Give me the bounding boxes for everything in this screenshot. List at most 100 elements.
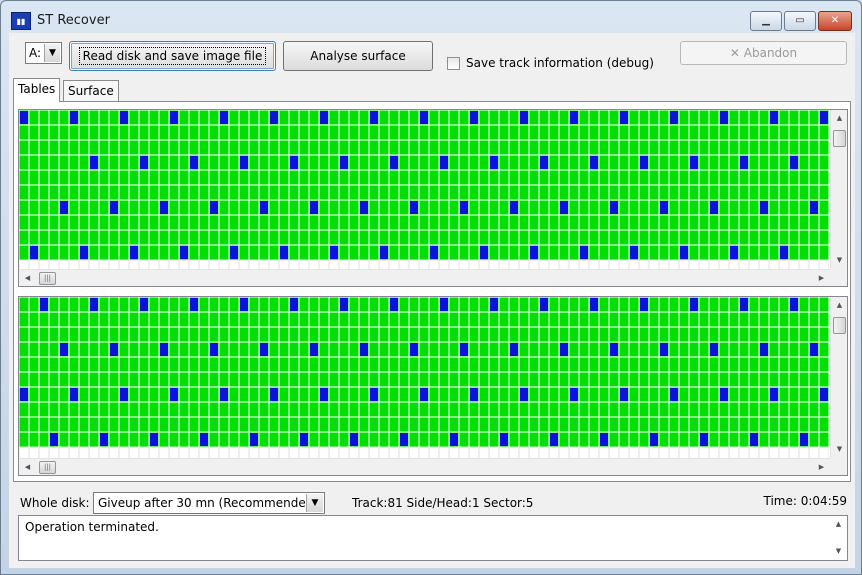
sector-cell (348, 341, 360, 358)
sector-marker (160, 201, 168, 214)
sector-cell (388, 311, 400, 328)
sector-cell (298, 229, 310, 246)
sector-cell (728, 416, 740, 433)
sector-cell (38, 259, 50, 269)
sector-cell (218, 431, 230, 448)
sector-cell (468, 184, 480, 201)
scroll-down-icon[interactable]: ▼ (831, 441, 847, 458)
giveup-mode-select[interactable]: Giveup after 30 mn (Recommended) ▼ (93, 492, 325, 514)
sector-cell (718, 311, 730, 328)
sector-cell (68, 416, 80, 433)
scroll-left-icon[interactable]: ◀ (19, 459, 36, 475)
scroll-left-icon[interactable]: ◀ (19, 270, 36, 286)
scroll-up-icon[interactable]: ▲ (830, 516, 847, 533)
sector-cell (388, 326, 400, 343)
log-vertical-scrollbar[interactable]: ▲ ▼ (830, 516, 847, 560)
sector-cell (228, 416, 240, 433)
sector-cell (568, 154, 580, 171)
close-button[interactable]: ✕ (818, 11, 852, 31)
sector-grid-1[interactable] (19, 297, 829, 458)
sector-cell (428, 431, 440, 448)
sector-cell (88, 431, 100, 448)
sector-cell (688, 401, 700, 418)
sector-cell (168, 341, 180, 358)
save-track-checkbox[interactable] (447, 57, 460, 70)
sector-cell (458, 431, 470, 448)
sector-cell (68, 401, 80, 418)
sector-cell (248, 401, 260, 418)
grid-0-vertical-thumb[interactable] (833, 130, 846, 147)
sector-cell (738, 139, 750, 156)
drive-select-value: A: (29, 46, 42, 60)
sector-cell (58, 154, 70, 171)
sector-cell (258, 356, 270, 373)
sector-cell (658, 446, 670, 458)
analyse-surface-button[interactable]: Analyse surface (283, 41, 433, 71)
sector-cell (648, 244, 660, 261)
sector-cell (148, 416, 160, 433)
sector-cell (698, 311, 710, 328)
grid-1-vertical-scrollbar[interactable]: ▲ ▼ (830, 297, 847, 458)
sector-cell (388, 139, 400, 156)
sector-cell (818, 154, 829, 171)
sector-cell (478, 431, 490, 448)
sector-cell (218, 416, 230, 433)
sector-cell (298, 386, 310, 403)
sector-cell (338, 244, 350, 261)
sector-cell (408, 139, 420, 156)
scroll-down-icon[interactable]: ▼ (831, 252, 847, 269)
minimize-button[interactable]: ▁ (750, 11, 782, 31)
maximize-button[interactable]: ▭ (784, 11, 816, 31)
sector-cell (478, 446, 490, 458)
sector-cell (648, 371, 660, 388)
sector-cell (188, 386, 200, 403)
grid-0-horizontal-thumb[interactable]: ||| (39, 272, 56, 285)
sector-cell (778, 416, 790, 433)
sector-cell (178, 110, 190, 126)
sector-cell (718, 139, 730, 156)
scroll-up-icon[interactable]: ▲ (831, 297, 847, 314)
scroll-up-icon[interactable]: ▲ (831, 110, 847, 127)
tab-surface[interactable]: Surface (63, 80, 119, 102)
grid-1-horizontal-scrollbar[interactable]: ◀ ||| ▶ (19, 458, 830, 475)
tab-tables[interactable]: Tables (13, 78, 61, 102)
scroll-down-icon[interactable]: ▼ (830, 543, 847, 560)
grid-0-horizontal-scrollbar[interactable]: ◀ ||| ▶ (19, 269, 830, 286)
sector-cell (568, 214, 580, 231)
drive-select[interactable]: A: ▼ (25, 42, 62, 64)
sector-cell (328, 259, 340, 269)
scroll-right-icon[interactable]: ▶ (813, 459, 830, 475)
sector-cell (358, 371, 370, 388)
sector-cell (368, 169, 380, 186)
sector-cell (168, 297, 180, 313)
sector-cell (278, 386, 290, 403)
sector-marker (250, 433, 258, 446)
sector-grid-0[interactable] (19, 110, 829, 269)
abandon-button[interactable]: ✕ Abandon (680, 41, 847, 65)
title-bar[interactable]: ▮▮ ST Recover ▁ ▭ ✕ (1, 1, 861, 33)
sector-marker (760, 201, 768, 214)
sector-cell (358, 184, 370, 201)
grid-1-horizontal-thumb[interactable]: ||| (39, 461, 56, 474)
log-output[interactable]: Operation terminated. ▲ ▼ (18, 515, 848, 561)
sector-cell (658, 356, 670, 373)
sector-cell (638, 139, 650, 156)
sector-cell (178, 371, 190, 388)
sector-cell (658, 124, 670, 141)
scroll-right-icon[interactable]: ▶ (813, 270, 830, 286)
sector-cell (758, 244, 770, 261)
sector-cell (598, 214, 610, 231)
sector-cell (228, 341, 240, 358)
chevron-down-icon[interactable]: ▼ (306, 494, 323, 512)
grid-1-vertical-thumb[interactable] (833, 317, 846, 334)
read-disk-button[interactable]: Read disk and save image file (69, 41, 276, 71)
sector-cell (128, 431, 140, 448)
sector-marker (700, 433, 708, 446)
grid-0-vertical-scrollbar[interactable]: ▲ ▼ (830, 110, 847, 269)
sector-cell (248, 110, 260, 126)
chevron-down-icon[interactable]: ▼ (44, 44, 60, 62)
sector-cell (458, 184, 470, 201)
sector-cell (258, 386, 270, 403)
sector-cell (758, 431, 770, 448)
sector-cell (138, 199, 150, 216)
